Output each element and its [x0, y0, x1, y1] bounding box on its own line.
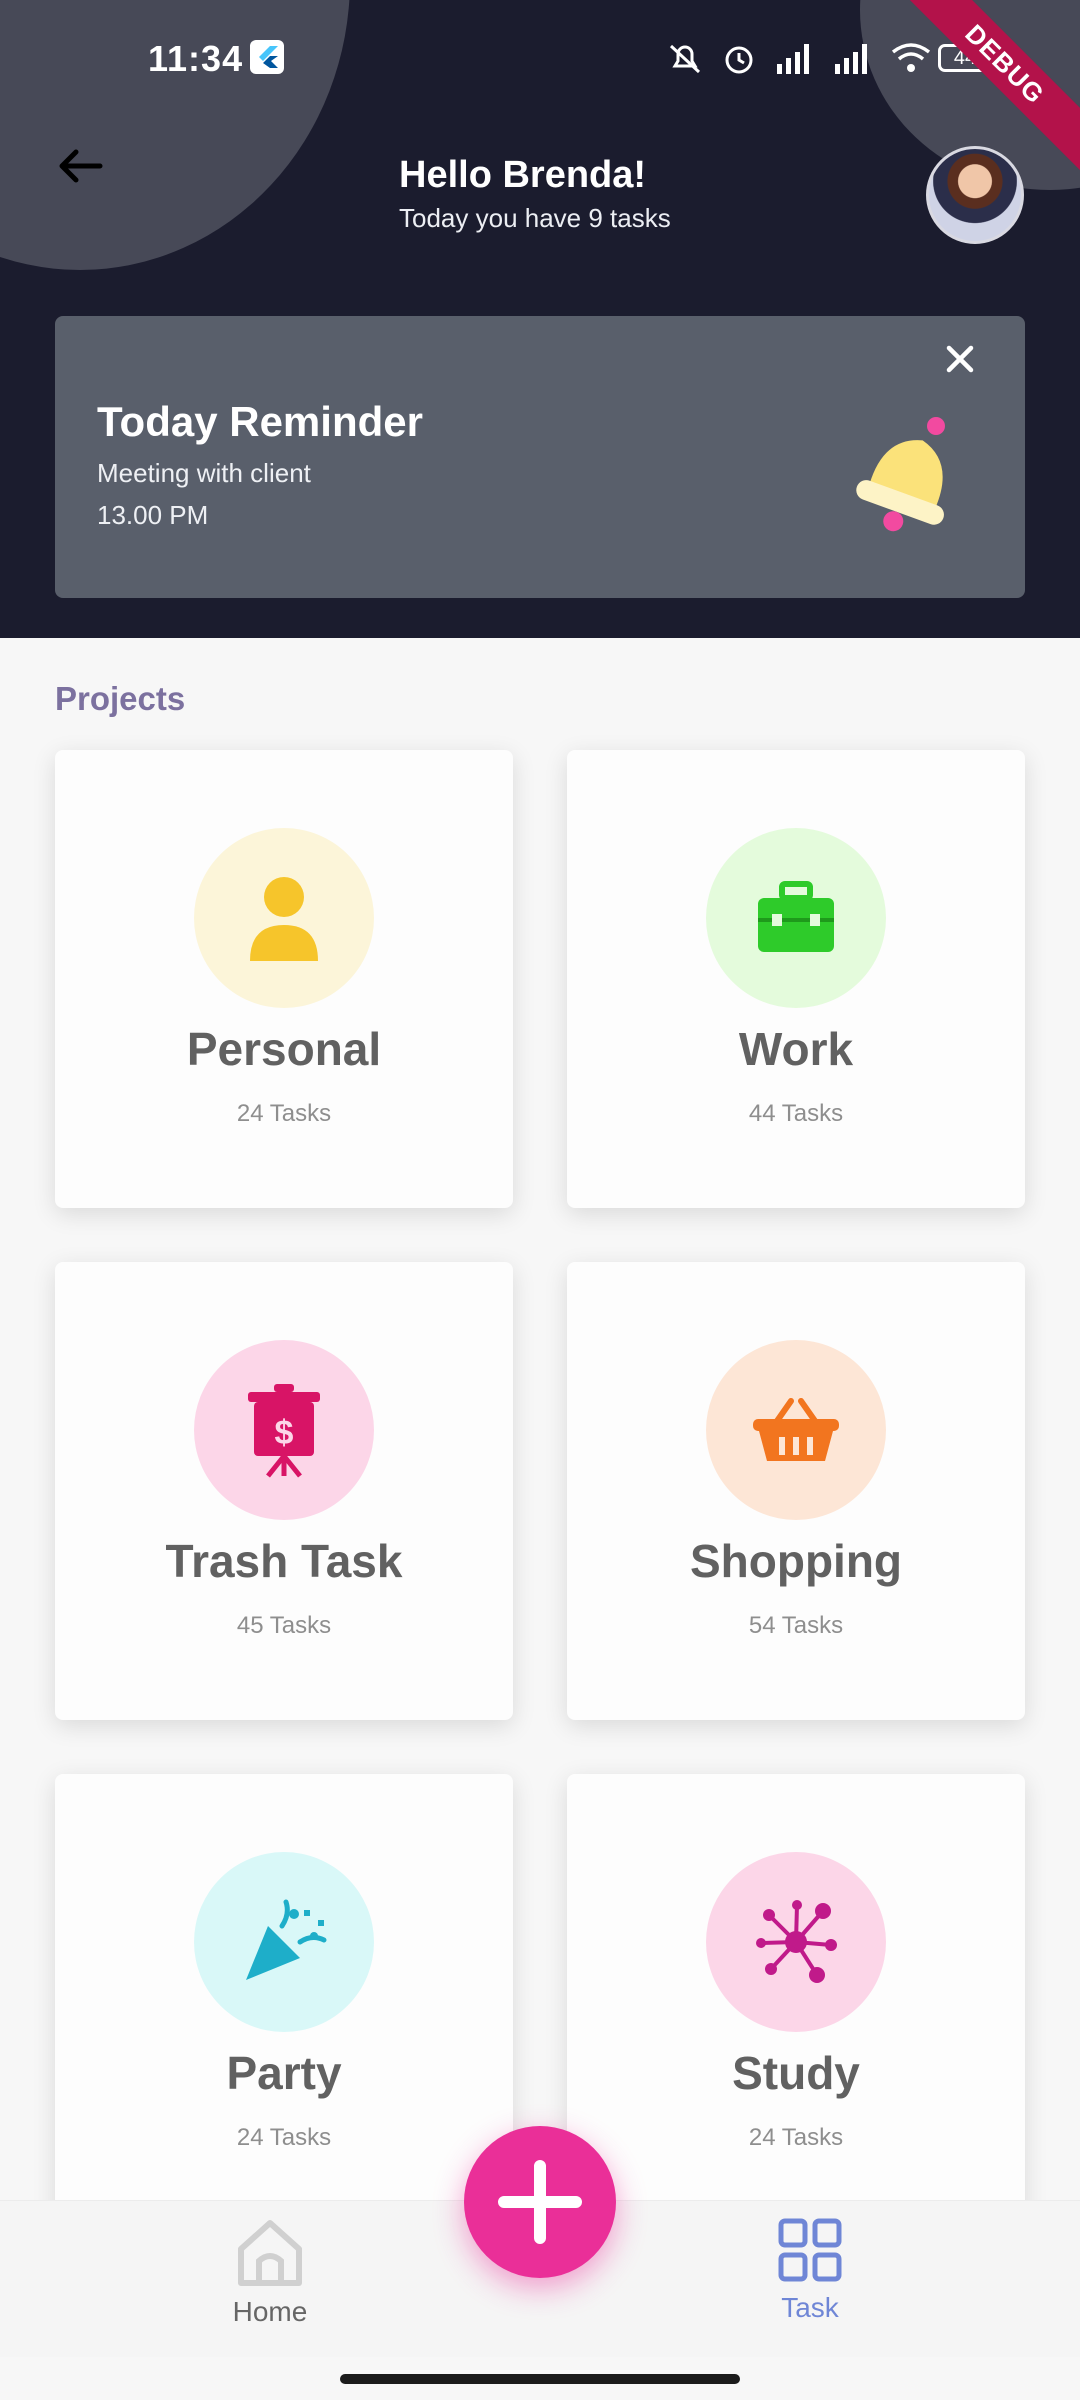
project-task-count: 24 Tasks: [748, 2124, 844, 2151]
project-name: Work: [738, 1023, 854, 1075]
svg-text:$: $: [275, 1414, 294, 1452]
icon-circle: [706, 828, 886, 1008]
icon-circle: $: [194, 1340, 374, 1520]
project-card-personal[interactable]: Personal 24 Tasks: [55, 750, 513, 1208]
project-name: Trash Task: [165, 1535, 403, 1587]
status-icons: [665, 38, 933, 78]
signal-icon: [835, 44, 867, 74]
plus-icon: [498, 2160, 582, 2244]
project-card-work[interactable]: Work 44 Tasks: [567, 750, 1025, 1208]
arrow-left-icon: [59, 149, 103, 183]
project-name: Shopping: [689, 1535, 903, 1587]
greeting-title: Hello Brenda!: [399, 154, 647, 196]
project-task-count: 54 Tasks: [748, 1612, 844, 1639]
grid-icon: [778, 2218, 842, 2282]
project-card-study[interactable]: Study 24 Tasks: [567, 1774, 1025, 2232]
nav-task[interactable]: Task: [730, 2217, 890, 2347]
home-icon: [238, 2220, 302, 2286]
close-reminder-button[interactable]: [937, 336, 983, 382]
gesture-bar[interactable]: [340, 2374, 740, 2384]
close-icon: [946, 345, 974, 373]
avatar[interactable]: [926, 146, 1024, 244]
greeting-block: Hello Brenda! Today you have 9 tasks: [399, 154, 671, 234]
alarm-icon: [725, 46, 753, 74]
person-icon: [250, 877, 318, 961]
project-card-trash-task[interactable]: $ Trash Task 45 Tasks: [55, 1262, 513, 1720]
project-name: Personal: [186, 1023, 382, 1075]
project-task-count: 24 Tasks: [236, 2124, 332, 2151]
icon-circle: [194, 828, 374, 1008]
add-task-button[interactable]: [464, 2126, 616, 2278]
project-task-count: 45 Tasks: [236, 1612, 332, 1639]
party-popper-icon: [246, 1899, 327, 1980]
basket-icon: [753, 1398, 839, 1461]
bell-muted-icon: [669, 44, 701, 74]
nav-home[interactable]: Home: [190, 2217, 350, 2347]
header: 11:34 44 DEBUG Hello Brenda! Today you h…: [0, 0, 1080, 638]
project-card-shopping[interactable]: Shopping 54 Tasks: [567, 1262, 1025, 1720]
flutter-app-icon: [250, 40, 284, 74]
greeting-subtitle: Today you have 9 tasks: [399, 203, 671, 233]
icon-circle: [706, 1340, 886, 1520]
bell-icon: [856, 417, 945, 532]
icon-circle: [706, 1852, 886, 2032]
icon-circle: [194, 1852, 374, 2032]
reminder-title: Today Reminder: [97, 398, 423, 445]
project-name: Party: [226, 2047, 342, 2099]
project-task-count: 44 Tasks: [748, 1100, 844, 1127]
status-bar: 11:34 44 DEBUG: [0, 0, 1080, 183]
project-card-party[interactable]: Party 24 Tasks: [55, 1774, 513, 2232]
projects-heading: Projects: [55, 680, 186, 717]
briefcase-icon: [758, 881, 834, 952]
back-button[interactable]: [50, 140, 110, 200]
nav-home-label: Home: [232, 2296, 308, 2327]
project-name: Study: [732, 2047, 860, 2099]
dollar-board-icon: $: [248, 1384, 320, 1478]
reminder-time: 13.00 PM: [97, 500, 209, 530]
project-task-count: 24 Tasks: [236, 1100, 332, 1127]
status-time: 11:34: [148, 38, 244, 79]
molecule-icon: [756, 1900, 837, 1983]
reminder-card: Today Reminder Meeting with client 13.00…: [55, 316, 1025, 598]
nav-task-label: Task: [781, 2292, 839, 2323]
reminder-text: Meeting with client: [97, 458, 311, 488]
signal-icon: [777, 44, 809, 74]
wifi-icon: [891, 43, 931, 72]
